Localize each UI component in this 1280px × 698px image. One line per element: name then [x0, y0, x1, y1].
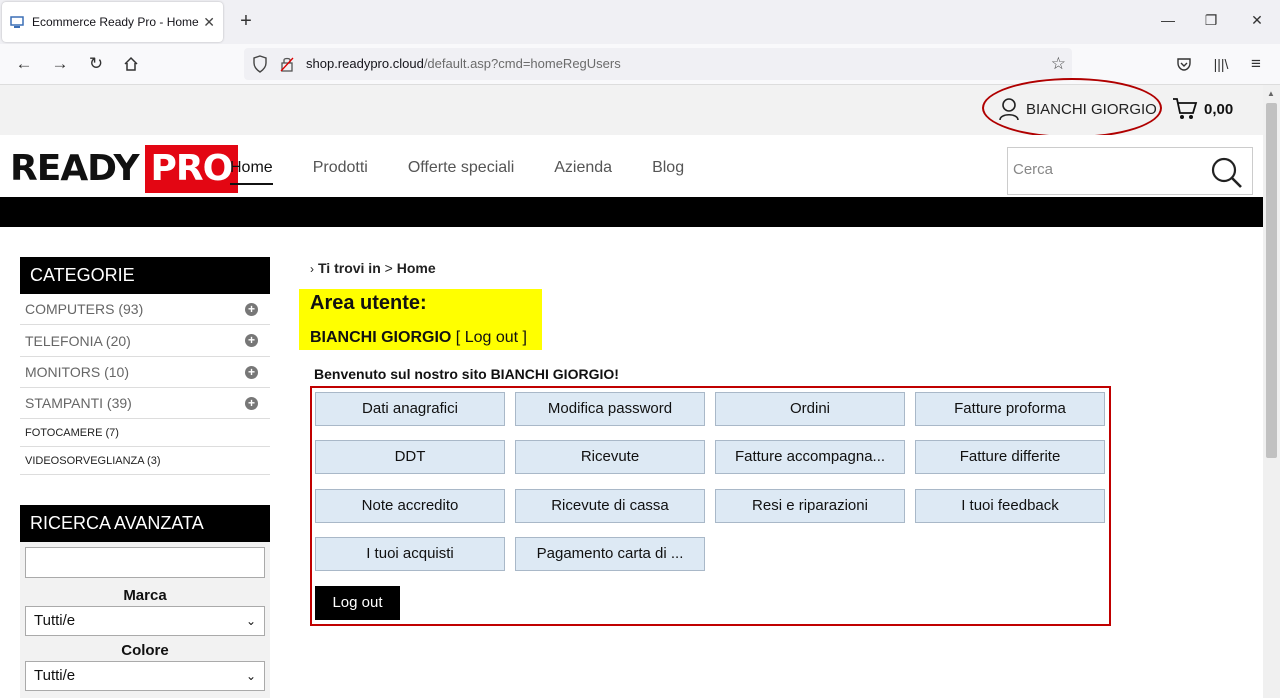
expand-plus-icon[interactable]: +: [245, 334, 258, 347]
site-header: READY PRO Home Prodotti Offerte speciali…: [0, 135, 1263, 197]
browser-tab[interactable]: Ecommerce Ready Pro - Home ✕: [2, 2, 223, 42]
pocket-icon[interactable]: [1173, 53, 1195, 75]
dati-anagrafici-button[interactable]: Dati anagrafici: [315, 392, 505, 426]
expand-plus-icon[interactable]: +: [245, 302, 258, 316]
modifica-password-button[interactable]: Modifica password: [515, 392, 705, 426]
user-area-title: Area utente:: [310, 292, 427, 314]
site-logo[interactable]: READY PRO: [10, 145, 239, 193]
search-box: [1007, 147, 1253, 195]
ricevute-di-cassa-button[interactable]: Ricevute di cassa: [515, 489, 705, 523]
category-item[interactable]: MONITORS (10) +: [20, 357, 270, 388]
new-tab-icon[interactable]: +: [235, 10, 257, 33]
chevron-down-icon: ⌄: [245, 669, 256, 683]
category-item[interactable]: FOTOCAMERE (7): [20, 419, 270, 447]
scrollbar-thumb[interactable]: [1266, 103, 1277, 458]
main-nav: Home Prodotti Offerte speciali Azienda B…: [230, 159, 724, 185]
ddt-button[interactable]: DDT: [315, 440, 505, 474]
i-tuoi-acquisti-button[interactable]: I tuoi acquisti: [315, 537, 505, 571]
menu-icon[interactable]: ≡: [1245, 53, 1267, 75]
brand-select[interactable]: Tutti/e ⌄: [25, 606, 265, 636]
black-nav-bar: [0, 197, 1263, 227]
reload-icon[interactable]: ↻: [85, 53, 107, 75]
back-icon[interactable]: ←: [13, 53, 35, 75]
advanced-search-input[interactable]: [25, 547, 265, 578]
pagamento-carta-button[interactable]: Pagamento carta di ...: [515, 537, 705, 571]
category-item[interactable]: VIDEOSORVEGLIANZA (3): [20, 447, 270, 475]
resi-e-riparazioni-button[interactable]: Resi e riparazioni: [715, 489, 905, 523]
library-icon[interactable]: |||\: [1210, 53, 1232, 75]
ricevute-button[interactable]: Ricevute: [515, 440, 705, 474]
search-icon[interactable]: [1210, 156, 1244, 190]
color-select[interactable]: Tutti/e ⌄: [25, 661, 265, 691]
chevron-down-icon: ⌄: [245, 614, 256, 628]
cart-icon: [1173, 98, 1198, 119]
fatture-proforma-button[interactable]: Fatture proforma: [915, 392, 1105, 426]
nav-azienda[interactable]: Azienda: [554, 159, 612, 185]
logout-button[interactable]: Log out: [315, 586, 400, 620]
close-tab-icon[interactable]: ✕: [203, 14, 215, 31]
fatture-differite-button[interactable]: Fatture differite: [915, 440, 1105, 474]
url-text: shop.readypro.cloud/default.asp?cmd=home…: [306, 56, 621, 71]
logout-link[interactable]: [ Log out ]: [456, 329, 527, 346]
browser-tab-bar: Ecommerce Ready Pro - Home ✕ + — ❐ ✕: [0, 0, 1280, 44]
search-input[interactable]: [1013, 161, 1203, 178]
advanced-search-title: RICERCA AVANZATA: [20, 505, 270, 542]
welcome-message: Benvenuto sul nostro sito BIANCHI GIORGI…: [314, 366, 619, 382]
ordini-button[interactable]: Ordini: [715, 392, 905, 426]
categories-title: CATEGORIE: [20, 257, 270, 294]
chevron-right-icon: ›: [310, 262, 314, 276]
address-bar[interactable]: shop.readypro.cloud/default.asp?cmd=home…: [244, 48, 1072, 80]
nav-home[interactable]: Home: [230, 159, 273, 185]
minimize-icon[interactable]: —: [1158, 12, 1178, 28]
close-window-icon[interactable]: ✕: [1247, 12, 1267, 29]
user-area-name: BIANCHI GIORGIO [ Log out ]: [310, 329, 527, 346]
bookmark-star-icon[interactable]: ☆: [1051, 54, 1066, 74]
category-item[interactable]: STAMPANTI (39) +: [20, 388, 270, 419]
category-item[interactable]: COMPUTERS (93) +: [20, 294, 270, 325]
fatture-accompagnatorie-button[interactable]: Fatture accompagna...: [715, 440, 905, 474]
shield-icon[interactable]: [252, 55, 268, 73]
cart-link[interactable]: 0,00: [1172, 97, 1233, 121]
note-accredito-button[interactable]: Note accredito: [315, 489, 505, 523]
nav-prodotti[interactable]: Prodotti: [313, 159, 368, 185]
logo-pro-text: PRO: [144, 145, 239, 193]
logo-ready-text: READY: [10, 148, 140, 189]
breadcrumb: › Ti trovi in > Home: [310, 260, 436, 276]
restore-icon[interactable]: ❐: [1201, 12, 1221, 29]
category-item[interactable]: TELEFONIA (20) +: [20, 325, 270, 357]
tab-title: Ecommerce Ready Pro - Home: [32, 15, 199, 29]
forward-icon[interactable]: →: [49, 53, 71, 75]
nav-blog[interactable]: Blog: [652, 159, 684, 185]
page-scrollbar[interactable]: ▲: [1263, 85, 1280, 698]
cart-amount: 0,00: [1204, 100, 1234, 118]
i-tuoi-feedback-button[interactable]: I tuoi feedback: [915, 489, 1105, 523]
breadcrumb-home[interactable]: Home: [397, 260, 436, 276]
highlight-ellipse: [982, 78, 1162, 138]
site-favicon-icon: [10, 16, 24, 28]
scroll-up-icon[interactable]: ▲: [1267, 89, 1275, 98]
expand-plus-icon[interactable]: +: [245, 365, 258, 379]
nav-offerte-speciali[interactable]: Offerte speciali: [408, 159, 514, 185]
expand-plus-icon[interactable]: +: [245, 396, 258, 410]
home-icon[interactable]: [120, 53, 142, 75]
brand-label: Marca: [123, 587, 167, 604]
lock-icon[interactable]: [280, 56, 294, 72]
color-label: Colore: [121, 642, 169, 659]
